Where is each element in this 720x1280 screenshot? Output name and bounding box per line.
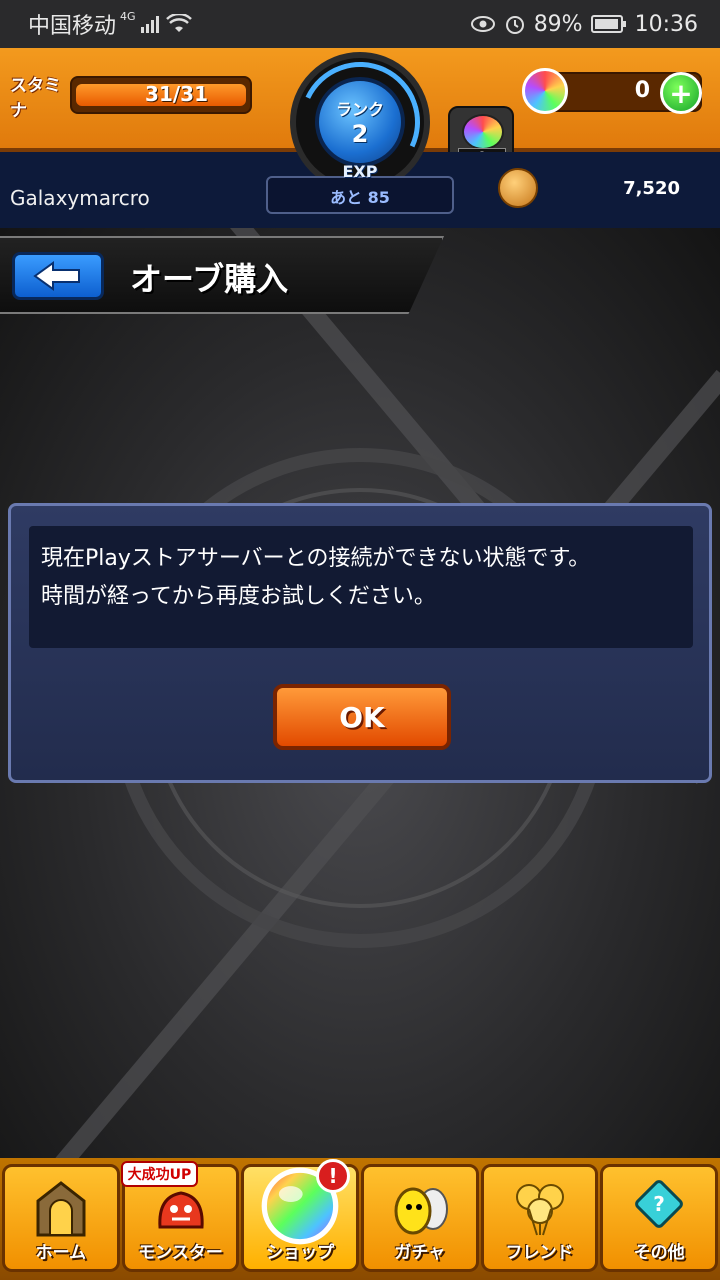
other-menu-icon: ?	[635, 1180, 684, 1228]
message-line-2: 時間が経ってから再度お試しください。	[41, 584, 436, 609]
nav-shop-label: ショップ	[266, 1243, 335, 1263]
page-title: オーブ購入	[130, 260, 289, 298]
eye-icon	[470, 16, 495, 32]
nav-gacha-label: ガチャ	[394, 1243, 446, 1263]
nav-shop[interactable]: ! ショップ	[241, 1159, 360, 1272]
message-line-1: 現在Playストアサーバーとの接続ができない状態です。	[41, 546, 591, 571]
wifi-icon	[165, 14, 192, 32]
error-dialog: 現在Playストアサーバーとの接続ができない状態です。 時間が経ってから再度お試…	[8, 503, 712, 783]
orb-icon	[522, 68, 568, 114]
alarm-icon	[505, 16, 524, 34]
carrier-group: 中国移动 4G	[28, 8, 192, 40]
stamina-label: スタミナ	[10, 76, 61, 121]
nav-gacha[interactable]: ガチャ	[361, 1164, 479, 1272]
home-gate-icon	[36, 1181, 86, 1237]
stamina-value: 31/31	[145, 82, 208, 106]
ok-button[interactable]: OK	[273, 684, 451, 750]
battery-percent: 89%	[533, 11, 583, 37]
friend-balloons-icon	[515, 1184, 564, 1236]
stamina-bar[interactable]: 31/31	[70, 76, 252, 114]
nav-other-label: その他	[633, 1243, 685, 1263]
orb-count: 0	[634, 78, 650, 103]
shop-alert-badge: !	[316, 1159, 351, 1193]
network-type: 4G	[120, 9, 136, 23]
nav-friend[interactable]: フレンド	[480, 1164, 599, 1272]
exp-label: EXP	[342, 162, 378, 181]
add-orb-button[interactable]: +	[660, 72, 702, 114]
coin-icon	[498, 168, 538, 208]
exp-box: EXP あと 85	[266, 164, 454, 214]
back-arrow-icon	[33, 261, 80, 291]
status-bar: 中国移动 4G 89% 10:36	[0, 0, 720, 48]
great-success-badge: 大成功UP	[120, 1161, 199, 1187]
gem-icon	[462, 114, 504, 150]
battery-icon	[590, 15, 626, 33]
carrier-name: 中国移动	[28, 14, 117, 39]
status-right: 89% 10:36	[470, 12, 698, 37]
gacha-egg-icon	[394, 1187, 448, 1235]
bottom-nav: ホーム 大成功UP モンスター ! ショップ ガチャ フレンド ? その他	[0, 1158, 720, 1280]
back-button[interactable]	[12, 252, 104, 300]
nav-other[interactable]: ? その他	[600, 1164, 719, 1272]
nav-friend-label: フレンド	[505, 1243, 574, 1263]
svg-text:?: ?	[653, 1192, 665, 1216]
player-name: Galaxymarcro	[10, 186, 150, 210]
nav-monster-label: モンスター	[138, 1243, 223, 1263]
nav-home-label: ホーム	[35, 1243, 87, 1263]
nav-monster[interactable]: 大成功UP モンスター	[120, 1161, 240, 1272]
signal-icon	[140, 16, 159, 33]
message-box: 現在Playストアサーバーとの接続ができない状態です。 時間が経ってから再度お試…	[29, 526, 693, 648]
exp-remaining: あと 85	[330, 188, 390, 207]
nav-home[interactable]: ホーム	[2, 1164, 120, 1272]
clock: 10:36	[634, 11, 698, 37]
coin-count: 7,520	[623, 178, 680, 199]
